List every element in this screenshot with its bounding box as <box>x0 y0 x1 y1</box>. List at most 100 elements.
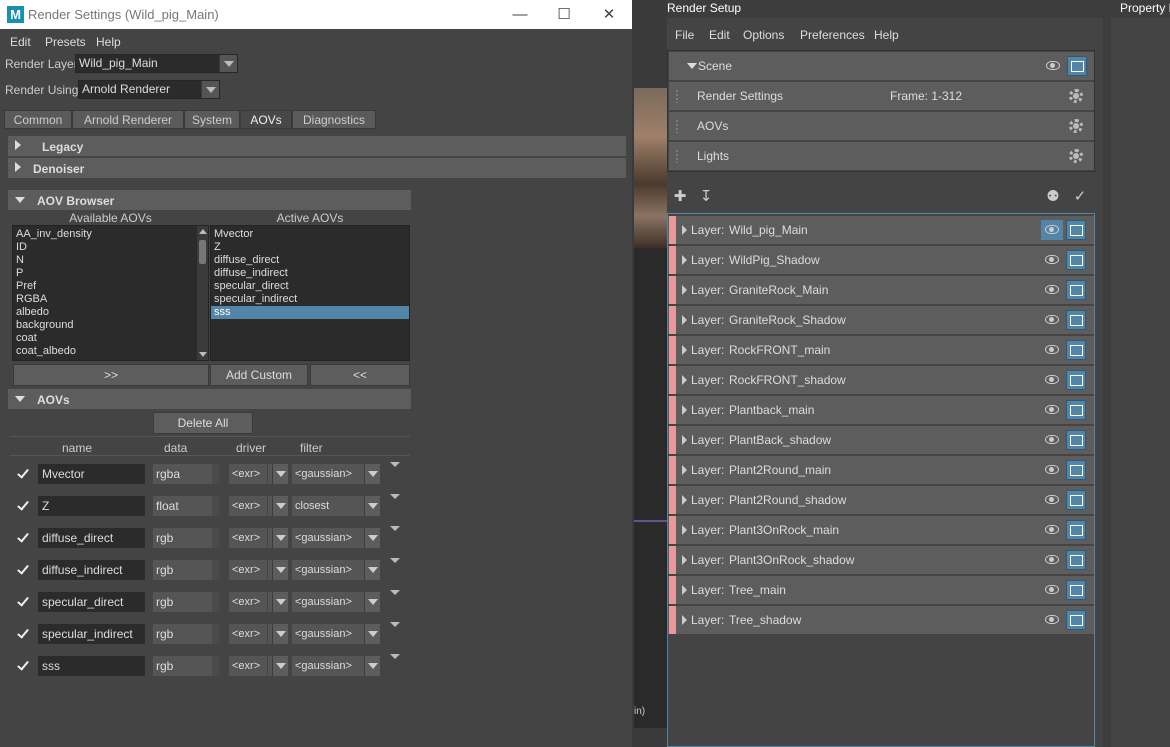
aov-filter-dropdown[interactable]: <gaussian> <box>292 624 360 644</box>
aov-options-icon[interactable] <box>390 590 400 595</box>
render-using-dropdown[interactable]: Arnold Renderer <box>78 80 220 99</box>
render-layer-row[interactable]: Layer: PlantBack_shadow <box>668 426 1094 454</box>
layer-visibility-toggle[interactable] <box>1041 430 1063 450</box>
layer-visibility-toggle[interactable] <box>1041 310 1063 330</box>
expand-icon[interactable] <box>682 375 687 385</box>
aov-filter-arrow[interactable] <box>360 496 380 516</box>
aov-enabled-checkbox[interactable] <box>16 531 30 545</box>
aovs-section-header[interactable]: AOVs <box>8 389 411 409</box>
aov-data-field[interactable]: rgb <box>153 560 219 580</box>
available-aovs-list[interactable]: AA_inv_density ID N P Pref RGBA albedo backgrou… <box>12 225 209 361</box>
expand-icon[interactable] <box>682 555 687 565</box>
aov-driver-arrow[interactable] <box>268 656 288 676</box>
render-icon[interactable] <box>1066 610 1086 630</box>
legacy-section-header[interactable]: Legacy <box>8 136 626 156</box>
checklist-icon[interactable]: ✓ <box>1071 188 1089 206</box>
tab-aovs[interactable]: AOVs <box>240 110 292 129</box>
aov-options-icon[interactable] <box>390 462 400 467</box>
available-aov-item[interactable]: coat <box>13 332 208 345</box>
aov-filter-dropdown[interactable]: <gaussian> <box>292 528 360 548</box>
aov-filter-dropdown[interactable]: <gaussian> <box>292 656 360 676</box>
aov-name-field[interactable]: diffuse_direct <box>38 528 145 548</box>
remove-aov-button[interactable]: << <box>310 364 410 386</box>
available-aov-item[interactable]: ID <box>13 241 208 254</box>
create-layer-icon[interactable]: ✚ <box>671 188 689 206</box>
expand-icon[interactable] <box>682 255 687 265</box>
aov-data-field[interactable]: rgb <box>153 656 219 676</box>
expand-icon[interactable] <box>682 465 687 475</box>
expand-icon[interactable] <box>682 225 687 235</box>
drag-handle-icon[interactable] <box>675 119 679 133</box>
available-aov-item[interactable]: AA_inv_density <box>13 228 208 241</box>
aov-driver-dropdown[interactable]: <exr> <box>229 656 267 676</box>
render-icon[interactable] <box>1066 520 1086 540</box>
available-aovs-scrollbar[interactable] <box>197 226 208 360</box>
aov-enabled-checkbox[interactable] <box>16 499 30 513</box>
render-layer-row[interactable]: Layer: Plant3OnRock_main <box>668 516 1094 544</box>
gear-icon[interactable] <box>1069 149 1083 163</box>
render-icon[interactable] <box>1066 370 1086 390</box>
layer-visibility-toggle[interactable] <box>1041 550 1063 570</box>
aov-data-field[interactable]: float <box>153 496 219 516</box>
aov-driver-arrow[interactable] <box>268 464 288 484</box>
scene-item-aovs[interactable]: AOVs <box>669 112 1094 140</box>
render-icon[interactable] <box>1066 400 1086 420</box>
render-layer-row[interactable]: Layer: Plant3OnRock_shadow <box>668 546 1094 574</box>
scene-item-render-settings[interactable]: Render Settings Frame: 1-312 <box>669 82 1094 110</box>
layer-visibility-toggle[interactable] <box>1041 340 1063 360</box>
available-aov-item[interactable]: background <box>13 319 208 332</box>
aov-filter-dropdown[interactable]: <gaussian> <box>292 464 360 484</box>
aov-filter-arrow[interactable] <box>360 592 380 612</box>
aov-driver-dropdown[interactable]: <exr> <box>229 496 267 516</box>
tab-common[interactable]: Common <box>4 110 72 129</box>
available-aov-item[interactable]: Pref <box>13 280 208 293</box>
expand-icon[interactable] <box>682 345 687 355</box>
active-aov-item[interactable]: sss <box>211 306 409 319</box>
aov-enabled-checkbox[interactable] <box>16 467 30 481</box>
scroll-thumb[interactable] <box>199 240 206 264</box>
layer-visibility-toggle[interactable] <box>1041 250 1063 270</box>
aov-enabled-checkbox[interactable] <box>16 659 30 673</box>
aov-data-field[interactable]: rgb <box>153 592 219 612</box>
aov-options-icon[interactable] <box>390 558 400 563</box>
aov-options-icon[interactable] <box>390 494 400 499</box>
aov-driver-arrow[interactable] <box>268 624 288 644</box>
render-layer-row[interactable]: Layer: RockFRONT_main <box>668 336 1094 364</box>
aov-filter-arrow[interactable] <box>360 560 380 580</box>
expand-icon[interactable] <box>682 315 687 325</box>
active-aovs-list[interactable]: Mvector Zdiffuse_direct diffuse_indirect sp… <box>210 225 410 361</box>
aov-driver-dropdown[interactable]: <exr> <box>229 528 267 548</box>
render-icon[interactable] <box>1066 340 1086 360</box>
aov-options-icon[interactable] <box>390 622 400 627</box>
layer-visibility-toggle[interactable] <box>1041 580 1063 600</box>
render-icon[interactable] <box>1066 310 1086 330</box>
eye-icon[interactable] <box>1046 61 1060 70</box>
menu-help[interactable]: Help <box>96 35 121 49</box>
denoiser-section-header[interactable]: Denoiser <box>8 158 626 178</box>
aov-filter-dropdown[interactable]: closest <box>292 496 360 516</box>
aov-driver-dropdown[interactable]: <exr> <box>229 560 267 580</box>
scene-item-lights[interactable]: Lights <box>669 142 1094 170</box>
layer-visibility-toggle[interactable] <box>1041 370 1063 390</box>
import-icon[interactable]: ↧ <box>697 188 715 206</box>
aov-data-field[interactable]: rgb <box>153 528 219 548</box>
layer-visibility-toggle[interactable] <box>1041 400 1063 420</box>
expand-icon[interactable] <box>682 525 687 535</box>
expand-icon[interactable] <box>682 615 687 625</box>
render-icon[interactable] <box>1066 250 1086 270</box>
expand-icon[interactable] <box>682 495 687 505</box>
render-icon[interactable] <box>1067 56 1087 76</box>
menu-presets[interactable]: Presets <box>45 35 86 49</box>
delete-all-button[interactable]: Delete All <box>153 412 253 434</box>
render-layer-row[interactable]: Layer: Tree_main <box>668 576 1094 604</box>
aov-name-field[interactable]: sss <box>38 656 145 676</box>
expand-icon[interactable] <box>682 435 687 445</box>
aov-driver-arrow[interactable] <box>268 528 288 548</box>
active-aov-item[interactable]: Mvector <box>211 228 409 241</box>
aov-browser-section-header[interactable]: AOV Browser <box>8 190 411 210</box>
render-layer-row[interactable]: Layer: WildPig_Shadow <box>668 246 1094 274</box>
aov-name-field[interactable]: diffuse_indirect <box>38 560 145 580</box>
expand-icon[interactable] <box>682 585 687 595</box>
aov-data-field[interactable]: rgb <box>153 624 219 644</box>
menu-file[interactable]: File <box>675 28 694 42</box>
